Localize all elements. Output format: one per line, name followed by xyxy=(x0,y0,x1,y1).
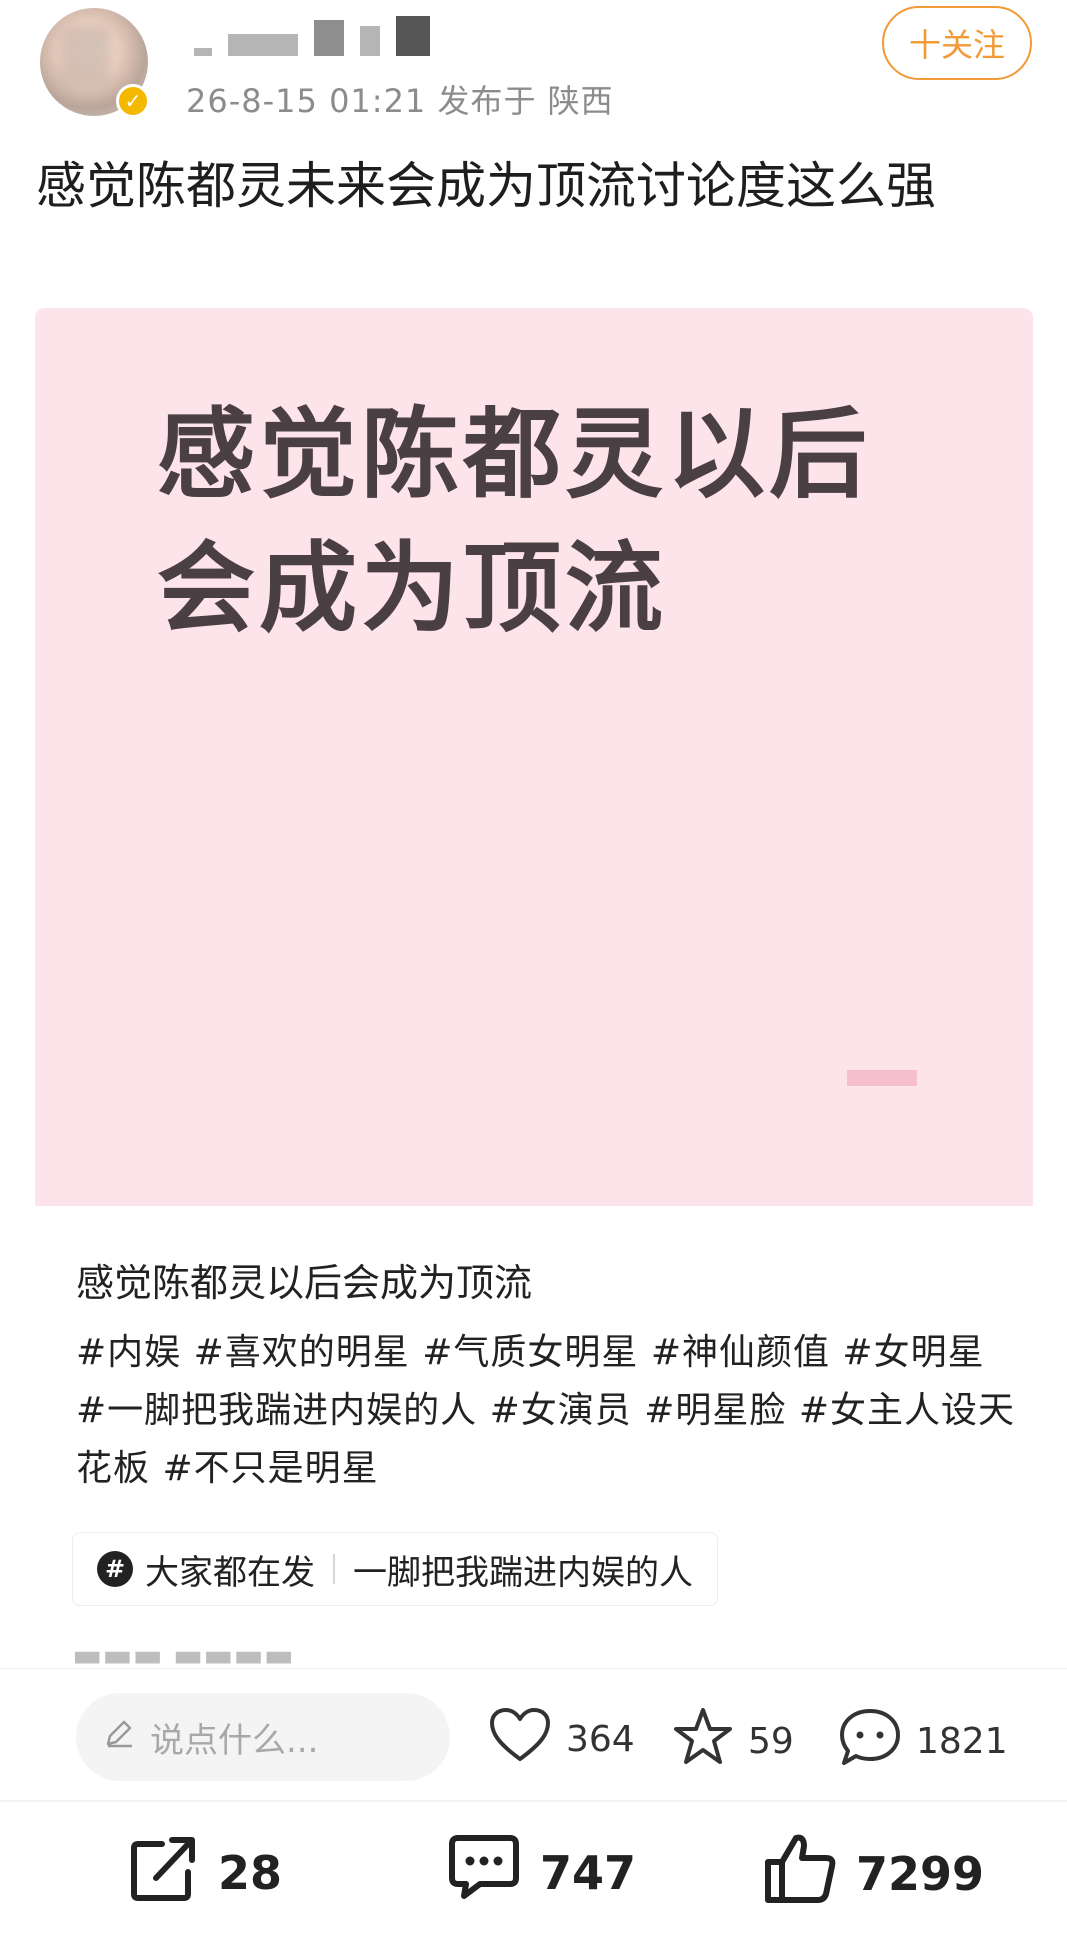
verified-badge-icon: ✓ xyxy=(116,84,150,118)
comment-input[interactable]: 说点什么... xyxy=(76,1693,450,1781)
like-action[interactable]: 364 xyxy=(488,1707,635,1772)
chip-divider xyxy=(333,1554,335,1584)
pencil-icon xyxy=(102,1716,136,1759)
comments-total: 747 xyxy=(540,1845,637,1900)
trend-chip-label: 大家都在发 xyxy=(145,1552,315,1593)
chat-bubble-icon xyxy=(838,1707,902,1776)
share-count: 28 xyxy=(218,1845,283,1900)
comment-action[interactable]: 1821 xyxy=(838,1707,1008,1776)
share-action[interactable]: 28 xyxy=(128,1832,282,1913)
comment-placeholder: 说点什么... xyxy=(150,1720,319,1761)
post-meta: 26-8-15 01:21 发布于 陕西 xyxy=(186,82,614,120)
like-count: 364 xyxy=(566,1719,635,1760)
comments-action[interactable]: 747 xyxy=(446,1832,636,1913)
bottom-action-bar: 28 747 7299 xyxy=(0,1800,1067,1934)
heart-icon xyxy=(488,1707,552,1772)
post-title: 感觉陈都灵未来会成为顶流讨论度这么强 xyxy=(36,157,936,215)
trending-topic-chip[interactable]: # 大家都在发 一脚把我踹进内娱的人 xyxy=(72,1532,718,1606)
comment-count: 1821 xyxy=(916,1721,1008,1762)
favorite-action[interactable]: 59 xyxy=(672,1707,794,1776)
comment-bar: 说点什么... 364 59 1821 xyxy=(0,1668,1067,1799)
image-text-line-2: 会成为顶流 xyxy=(157,532,668,646)
follow-button[interactable]: 十关注 xyxy=(882,6,1032,80)
trend-chip-topic: 一脚把我踹进内娱的人 xyxy=(353,1552,693,1593)
post-image[interactable]: 感觉陈都灵以后 会成为顶流 xyxy=(35,308,1033,1206)
username-redacted[interactable] xyxy=(194,16,430,56)
post-header: ✓ 26-8-15 01:21 发布于 陕西 十关注 xyxy=(0,0,1067,130)
post-description: 感觉陈都灵以后会成为顶流 xyxy=(76,1261,533,1305)
comment-icon xyxy=(446,1832,522,1913)
image-mark xyxy=(847,1070,917,1086)
thumbs-up-action[interactable]: 7299 xyxy=(762,1832,984,1915)
post-tags[interactable]: #内娱 #喜欢的明星 #气质女明星 #神仙颜值 #女明星 #一脚把我踹进内娱的人… xyxy=(76,1324,1016,1498)
cut-off-row: ▬▬▬ ▬▬▬▬ xyxy=(72,1650,992,1666)
thumbs-up-count: 7299 xyxy=(856,1846,985,1901)
share-icon xyxy=(128,1832,200,1913)
image-text-line-1: 感觉陈都灵以后 xyxy=(157,398,872,512)
star-icon xyxy=(672,1707,734,1776)
thumbs-up-icon xyxy=(762,1832,838,1915)
favorite-count: 59 xyxy=(748,1721,794,1762)
hash-icon: # xyxy=(97,1551,133,1587)
